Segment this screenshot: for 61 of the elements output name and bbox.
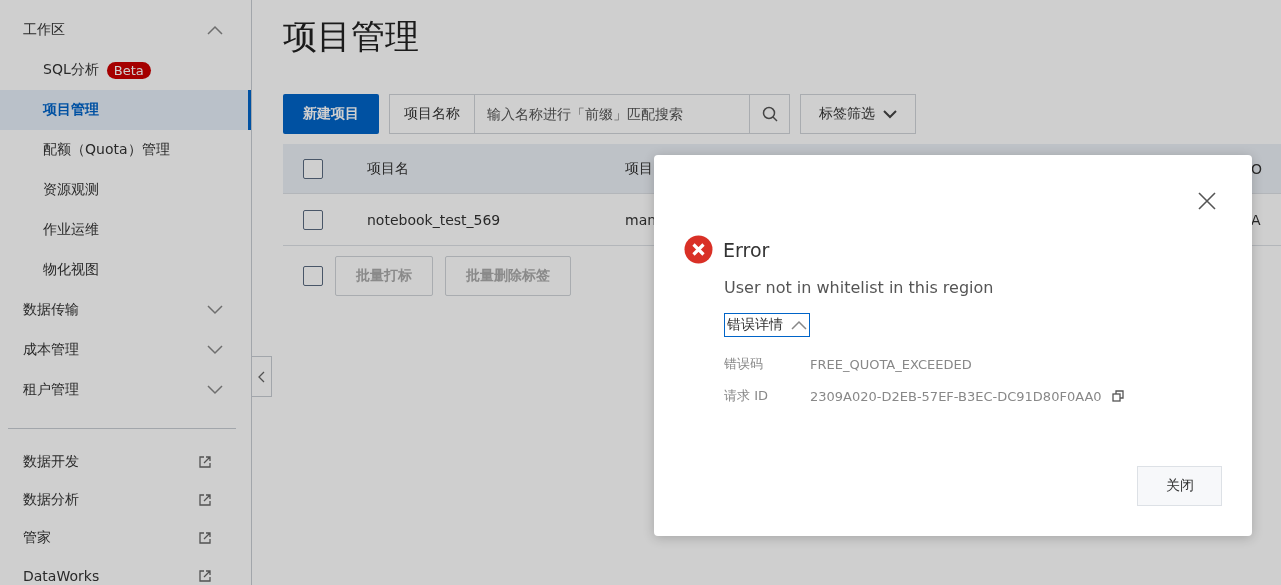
sidebar-link-label: 管家 bbox=[23, 529, 51, 547]
sidebar-item[interactable]: SQL分析 Beta bbox=[0, 50, 251, 90]
table-cell-text: A bbox=[1251, 211, 1262, 228]
sidebar-link-label: 数据分析 bbox=[23, 491, 79, 509]
sidebar-item[interactable]: 作业运维 bbox=[0, 210, 251, 250]
search-field[interactable]: 项目名称 输入名称进行「前缀」匹配搜索 bbox=[389, 94, 790, 134]
sidebar-item[interactable]: 物化视图 bbox=[0, 250, 251, 290]
sidebar-group[interactable]: 租户管理 bbox=[0, 370, 251, 410]
sidebar-item-label: 作业运维 bbox=[43, 221, 99, 239]
error-icon bbox=[684, 235, 713, 264]
tag-filter-button[interactable]: 标签筛选 bbox=[800, 94, 916, 134]
external-link-icon bbox=[199, 532, 211, 544]
sidebar-group[interactable]: 工作区 bbox=[0, 10, 251, 50]
search-icon bbox=[761, 106, 778, 122]
sidebar-link[interactable]: 管家 bbox=[0, 519, 251, 557]
checkbox[interactable] bbox=[303, 209, 323, 230]
column-header: 项目名 bbox=[367, 159, 410, 178]
sidebar-link[interactable]: DataWorks bbox=[0, 557, 251, 585]
column-header: 项目 bbox=[625, 159, 654, 178]
sidebar-group[interactable]: 成本管理 bbox=[0, 330, 251, 370]
detail-value: FREE_QUOTA_EXCEEDED bbox=[810, 356, 972, 372]
external-link-icon bbox=[199, 456, 211, 468]
page-title: 项目管理 bbox=[283, 15, 420, 58]
checkbox[interactable] bbox=[303, 158, 323, 179]
dialog-title: Error bbox=[723, 238, 770, 261]
detail-label: 请求 ID bbox=[724, 387, 769, 405]
chevron-down-icon bbox=[207, 385, 223, 395]
sidebar-item-label: SQL分析 bbox=[43, 61, 99, 79]
detail-value: 2309A020-D2EB-57EF-B3EC-DC91D80F0AA0 bbox=[810, 388, 1102, 404]
sidebar-link[interactable]: 数据分析 bbox=[0, 481, 251, 519]
sidebar-item[interactable]: 配额（Quota）管理 bbox=[0, 130, 251, 170]
error-message: User not in whitelist in this region bbox=[724, 278, 995, 297]
details-toggle[interactable]: 错误详情 bbox=[724, 313, 810, 337]
sidebar-link[interactable]: 数据开发 bbox=[0, 443, 251, 481]
sidebar-item[interactable]: 资源观测 bbox=[0, 170, 251, 210]
close-icon bbox=[1198, 191, 1216, 210]
sidebar-link-label: DataWorks bbox=[23, 568, 100, 584]
table-cell-text: notebook_test_569 bbox=[367, 211, 502, 228]
sidebar-item[interactable]: 项目管理 bbox=[0, 90, 251, 130]
chevron-down-icon bbox=[883, 109, 897, 119]
detail-label: 错误码 bbox=[724, 355, 764, 373]
copy-icon[interactable] bbox=[1111, 390, 1124, 402]
chevron-down-icon bbox=[207, 345, 223, 355]
create-project-button[interactable]: 新建项目 bbox=[283, 94, 379, 134]
external-link-icon bbox=[199, 570, 211, 582]
chevron-up-icon bbox=[207, 25, 223, 35]
checkbox[interactable] bbox=[303, 266, 323, 286]
sidebar-link-label: 数据开发 bbox=[23, 453, 79, 471]
column-header: O bbox=[1251, 160, 1264, 177]
sidebar-group[interactable]: 数据传输 bbox=[0, 290, 251, 330]
close-dialog-button[interactable]: 关闭 bbox=[1137, 466, 1222, 506]
chevron-down-icon bbox=[207, 305, 223, 315]
collapse-handle[interactable] bbox=[252, 356, 272, 397]
chevron-left-icon bbox=[258, 370, 265, 383]
chevron-up-icon bbox=[791, 320, 807, 330]
beta-badge: Beta bbox=[106, 61, 151, 79]
sidebar-item-label: 资源观测 bbox=[43, 181, 99, 199]
sidebar-item-label: 物化视图 bbox=[43, 261, 99, 279]
external-link-icon bbox=[199, 494, 211, 506]
sidebar-item-label: 项目管理 bbox=[43, 101, 99, 119]
sidebar-item-label: 配额（Quota）管理 bbox=[43, 141, 170, 159]
